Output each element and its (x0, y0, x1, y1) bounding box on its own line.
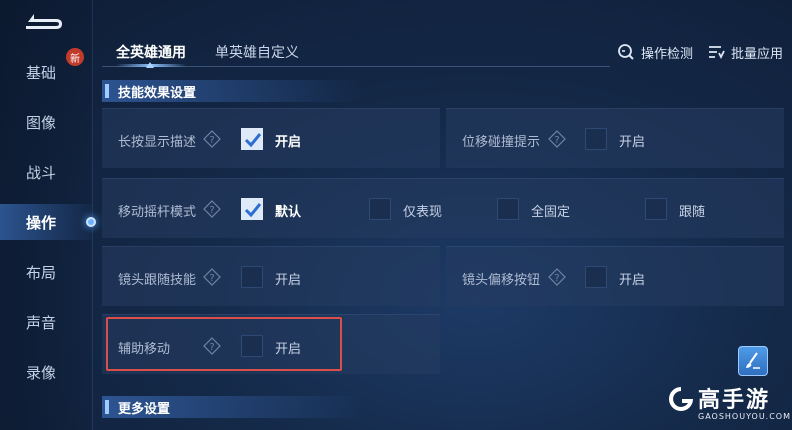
sidebar-item-label: 录像 (26, 363, 57, 382)
detect-button[interactable]: 操作检测 (616, 42, 693, 62)
batch-apply-label: 批量应用 (731, 46, 784, 62)
checkbox-joystick-follow[interactable] (645, 198, 667, 220)
help-icon[interactable]: ? (548, 268, 566, 286)
tab-single-hero[interactable]: 单英雄自定义 (215, 42, 299, 62)
sidebar-item-basic[interactable]: 基础 (0, 54, 92, 90)
svg-text:?: ? (209, 135, 214, 146)
svg-text:?: ? (209, 205, 214, 216)
checkbox-joystick-fixed[interactable] (497, 198, 519, 220)
sidebar-item-controls[interactable]: 操作 (0, 204, 92, 240)
watermark: 高手游 GAOSHOUYOU.COM (662, 380, 790, 430)
section-header-more: 更多设置 (102, 396, 362, 418)
active-indicator (86, 217, 96, 227)
sidebar-item-combat[interactable]: 战斗 (0, 154, 92, 190)
sidebar-item-label: 基础 (26, 63, 57, 82)
sidebar-item-label: 声音 (26, 313, 57, 332)
back-arrow-icon[interactable] (20, 4, 66, 34)
search-detect-icon (618, 44, 634, 60)
sidebar-item-label: 战斗 (26, 163, 57, 182)
help-icon[interactable]: ? (548, 130, 566, 148)
detect-label: 操作检测 (641, 46, 694, 62)
watermark-url: GAOSHOUYOU.COM (698, 412, 792, 421)
setting-label-displacement: 位移碰撞提示 (462, 135, 541, 150)
svg-text:?: ? (554, 273, 559, 284)
help-icon[interactable]: ? (203, 268, 221, 286)
highlight-box (106, 317, 342, 371)
svg-text:?: ? (554, 135, 559, 146)
sidebar-item-label: 操作 (26, 213, 57, 232)
edit-layout-button[interactable] (738, 346, 768, 376)
help-icon[interactable]: ? (203, 130, 221, 148)
tab-all-heroes[interactable]: 全英雄通用 (116, 42, 186, 62)
section-header-skill-effect: 技能效果设置 (102, 80, 362, 102)
help-icon[interactable]: ? (203, 200, 221, 218)
setting-label-joystick: 移动摇杆模式 (118, 205, 197, 220)
brush-icon (746, 352, 760, 369)
option-displacement-on: 开启 (619, 135, 646, 150)
svg-text:?: ? (209, 273, 214, 284)
sidebar-divider (92, 0, 93, 430)
option-long-press-on: 开启 (275, 135, 302, 150)
tab-indicator (146, 62, 154, 68)
sidebar-item-label: 布局 (26, 263, 57, 282)
option-camera-follow-on: 开启 (275, 273, 302, 288)
sidebar-item-sound[interactable]: 声音 (0, 304, 92, 340)
sidebar-item-image[interactable]: 图像 (0, 104, 92, 140)
checkbox-long-press[interactable] (241, 128, 263, 150)
watermark-text: 高手游 (698, 388, 771, 413)
checkbox-displacement[interactable] (585, 128, 607, 150)
sidebar-item-replay[interactable]: 录像 (0, 354, 92, 390)
checkmark-icon (244, 203, 262, 218)
list-apply-icon (709, 46, 725, 60)
watermark-logo-icon (669, 387, 693, 411)
checkbox-joystick-display-only[interactable] (369, 198, 391, 220)
option-joystick-fixed: 全固定 (531, 205, 571, 220)
batch-apply-button[interactable]: 批量应用 (706, 42, 783, 62)
checkbox-camera-follow[interactable] (241, 266, 263, 288)
sidebar-item-label: 图像 (26, 113, 57, 132)
checkbox-joystick-default[interactable] (241, 198, 263, 220)
option-camera-offset-on: 开启 (619, 273, 646, 288)
option-joystick-display-only: 仅表现 (403, 205, 443, 220)
setting-label-camera-offset: 镜头偏移按钮 (462, 273, 541, 288)
checkbox-camera-offset[interactable] (585, 266, 607, 288)
sidebar: 新 基础 图像 战斗 操作 布局 声音 录像 (0, 0, 96, 430)
option-joystick-default: 默认 (275, 205, 302, 220)
setting-label-long-press: 长按显示描述 (118, 135, 197, 150)
option-joystick-follow: 跟随 (679, 205, 706, 220)
checkmark-icon (244, 133, 262, 148)
setting-label-camera-follow: 镜头跟随技能 (118, 273, 197, 288)
sidebar-item-layout[interactable]: 布局 (0, 254, 92, 290)
